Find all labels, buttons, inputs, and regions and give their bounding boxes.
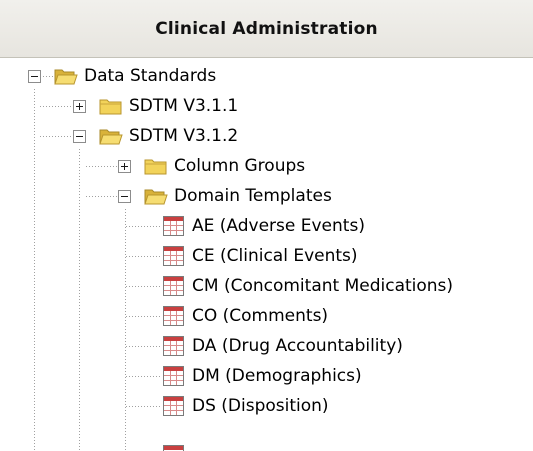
folder-open-icon xyxy=(99,129,123,145)
table-icon xyxy=(163,396,184,416)
tree-node-label: DS (Disposition) xyxy=(192,396,329,416)
tree-node-data-standards[interactable]: Data Standards xyxy=(54,61,216,91)
table-icon xyxy=(163,336,184,356)
tree-node-template-da[interactable]: DA (Drug Accountability) xyxy=(162,331,403,361)
tree-node-label: Column Groups xyxy=(174,156,306,176)
tree-node-label: Data Standards xyxy=(84,66,217,86)
tree-node-label: SDTM V3.1.2 xyxy=(129,126,239,146)
tree-node-label: CE (Clinical Events) xyxy=(192,246,358,266)
tree-node-sdtm-v312[interactable]: SDTM V3.1.2 xyxy=(99,121,238,151)
tree-node-label: Domain Templates xyxy=(174,186,332,206)
tree-node-template-ds[interactable]: DS (Disposition) xyxy=(162,391,329,421)
tree-node-label: DM (Demographics) xyxy=(192,366,362,386)
tree-node-template-cm[interactable]: CM (Concomitant Medications) xyxy=(162,271,453,301)
folder-open-icon xyxy=(144,189,168,205)
data-standards-tree[interactable]: Data Standards SDTM V3.1.1 SDTM V3.1.2 C… xyxy=(10,58,533,451)
tree-node-template-dm[interactable]: DM (Demographics) xyxy=(162,361,362,391)
table-icon xyxy=(163,276,184,296)
tree-node-template-ae[interactable]: AE (Adverse Events) xyxy=(162,211,365,241)
table-icon xyxy=(163,445,184,451)
clinical-administration-panel: Clinical Administration Data Standards S… xyxy=(0,0,533,451)
table-icon xyxy=(163,306,184,326)
tree-node-label: AE (Adverse Events) xyxy=(192,216,365,236)
tree-node-template-ce[interactable]: CE (Clinical Events) xyxy=(162,241,358,271)
tree-node-domain-templates[interactable]: Domain Templates xyxy=(144,181,332,211)
tree-node-sdtm-v311[interactable]: SDTM V3.1.1 xyxy=(99,91,238,121)
tree-node-label: SDTM V3.1.1 xyxy=(129,96,239,116)
collapse-toggle-domain-templates[interactable] xyxy=(118,190,131,203)
collapse-toggle-data-standards[interactable] xyxy=(28,70,41,83)
tree-node-label: CO (Comments) xyxy=(192,306,329,326)
tree-node-label: DA (Drug Accountability) xyxy=(192,336,403,356)
folder-closed-icon xyxy=(144,159,167,175)
folder-open-icon xyxy=(54,69,78,85)
expand-toggle-sdtm-v311[interactable] xyxy=(73,100,86,113)
table-icon xyxy=(163,366,184,386)
panel-title: Clinical Administration xyxy=(155,18,378,39)
tree-node-column-groups[interactable]: Column Groups xyxy=(144,151,305,181)
panel-header: Clinical Administration xyxy=(0,0,533,58)
tree-node-label: CM (Concomitant Medications) xyxy=(192,276,454,296)
table-icon xyxy=(163,216,184,236)
tree-node-template-co[interactable]: CO (Comments) xyxy=(162,301,328,331)
expand-toggle-column-groups[interactable] xyxy=(118,160,131,173)
table-icon xyxy=(163,246,184,266)
folder-closed-icon xyxy=(99,99,122,115)
collapse-toggle-sdtm-v312[interactable] xyxy=(73,130,86,143)
